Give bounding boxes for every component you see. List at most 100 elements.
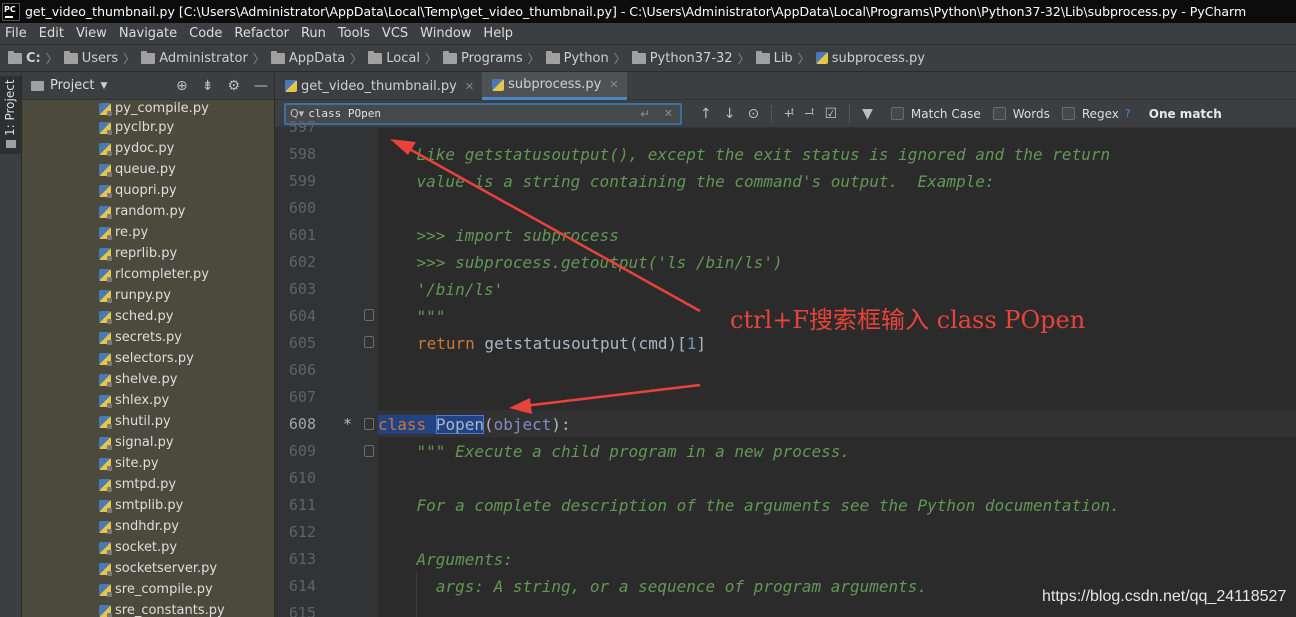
breadcrumb-item-lib[interactable]: Lib 〉 <box>755 50 816 67</box>
fold-marker-icon[interactable] <box>364 336 374 348</box>
find-all-icon[interactable]: ⊙ <box>747 106 759 122</box>
file-tree-item[interactable]: site.py <box>22 453 274 474</box>
next-occurrence-icon[interactable]: ↓ <box>724 106 736 122</box>
remove-selection-icon[interactable]: −ͭ <box>804 105 812 122</box>
python-file-icon <box>99 394 112 408</box>
search-match-highlight <box>426 415 436 434</box>
code-editor[interactable]: Like getstatusoutput(), except the exit … <box>378 128 1296 617</box>
file-tree-item[interactable]: shutil.py <box>22 411 274 432</box>
breadcrumb-item-python37-32[interactable]: Python37-32 〉 <box>631 50 756 67</box>
folder-icon <box>63 50 78 64</box>
locate-file-icon[interactable]: ⊕ <box>176 78 188 94</box>
menu-edit[interactable]: Edit <box>33 26 70 41</box>
regex-checkbox[interactable]: Regex <box>1061 107 1119 121</box>
menu-help[interactable]: Help <box>477 26 519 41</box>
python-file-icon <box>99 583 112 597</box>
file-tree-item[interactable]: py_compile.py <box>22 100 274 117</box>
line-number: 615 <box>288 604 316 617</box>
breadcrumb-item-local[interactable]: Local 〉 <box>368 50 443 67</box>
filter-icon[interactable]: ▼ <box>862 106 873 122</box>
file-tree-item[interactable]: secrets.py <box>22 327 274 348</box>
tab-subprocess[interactable]: subprocess.py ✕ <box>482 72 627 100</box>
file-tree-item[interactable]: smtpd.py <box>22 474 274 495</box>
chevron-right-icon: 〉 <box>45 51 58 66</box>
project-tool-tab[interactable]: 1: Project <box>0 76 21 154</box>
file-tree-item[interactable]: smtplib.py <box>22 495 274 516</box>
breadcrumb-item-appdata[interactable]: AppData 〉 <box>270 50 368 67</box>
words-checkbox[interactable]: Words <box>992 107 1050 121</box>
file-tree-item[interactable]: socketserver.py <box>22 558 274 579</box>
menu-window[interactable]: Window <box>414 26 477 41</box>
file-tree-item[interactable]: sndhdr.py <box>22 516 274 537</box>
hide-panel-icon[interactable]: — <box>254 78 268 94</box>
breadcrumb-item-programs[interactable]: Programs 〉 <box>443 50 546 67</box>
project-view-selector[interactable]: Project <box>50 78 94 93</box>
line-number: 609 <box>288 442 316 460</box>
file-tree-item[interactable]: sre_constants.py <box>22 600 274 617</box>
file-tree-item[interactable]: socket.py <box>22 537 274 558</box>
python-file-icon <box>99 102 112 116</box>
line-number: 613 <box>288 550 316 568</box>
menu-view[interactable]: View <box>70 26 113 41</box>
file-tree-item[interactable]: random.py <box>22 201 274 222</box>
menu-file[interactable]: File <box>0 26 33 41</box>
chevron-right-icon: 〉 <box>737 51 750 66</box>
file-tree-item[interactable]: signal.py <box>22 432 274 453</box>
file-tree-item[interactable]: rlcompleter.py <box>22 264 274 285</box>
menu-vcs[interactable]: VCS <box>376 26 414 41</box>
file-tree-item[interactable]: reprlib.py <box>22 243 274 264</box>
breadcrumb-item-users[interactable]: Users 〉 <box>63 50 141 67</box>
menu-code[interactable]: Code <box>183 26 228 41</box>
gear-icon[interactable]: ⚙ <box>227 78 240 94</box>
previous-occurrence-icon[interactable]: ↑ <box>700 106 712 122</box>
new-line-icon[interactable]: ↵ <box>640 107 650 121</box>
breadcrumb-item-subprocess[interactable]: subprocess.py <box>815 51 925 66</box>
file-tree-item[interactable]: shlex.py <box>22 390 274 411</box>
checkbox-box[interactable] <box>890 107 904 120</box>
tab-get-video-thumbnail[interactable]: get_video_thumbnail.py ✕ <box>275 72 482 100</box>
file-tree-item[interactable]: re.py <box>22 222 274 243</box>
fold-marker-icon[interactable] <box>364 418 374 430</box>
breadcrumb-item-administrator[interactable]: Administrator 〉 <box>141 50 271 67</box>
file-tree-item[interactable]: selectors.py <box>22 348 274 369</box>
file-tree-item[interactable]: pyclbr.py <box>22 117 274 138</box>
line-number: 602 <box>288 253 316 271</box>
chevron-down-icon[interactable]: ▼ <box>100 81 107 91</box>
fold-marker-icon[interactable] <box>364 445 374 457</box>
project-panel-header: Project ▼ ⊕ ⇟ ⚙ — <box>22 72 274 100</box>
search-input[interactable] <box>308 107 609 120</box>
file-tree-item[interactable]: quopri.py <box>22 180 274 201</box>
select-all-occurrences-icon[interactable]: ☑ <box>825 106 838 122</box>
menu-refactor[interactable]: Refactor <box>228 26 295 41</box>
code-line: >>> subprocess.getoutput('ls /bin/ls') <box>378 253 783 272</box>
checkbox-box[interactable] <box>1061 107 1075 120</box>
file-tree-item[interactable]: queue.py <box>22 159 274 180</box>
file-tree-item[interactable]: shelve.py <box>22 369 274 390</box>
close-icon[interactable]: ✕ <box>465 80 474 93</box>
python-file-icon <box>99 163 112 177</box>
code-line: return getstatusoutput(cmd)[1] <box>417 334 706 353</box>
menu-bar: File Edit View Navigate Code Refactor Ru… <box>0 23 1296 44</box>
file-tree-item[interactable]: sre_compile.py <box>22 579 274 600</box>
menu-navigate[interactable]: Navigate <box>113 26 183 41</box>
fold-marker-icon[interactable] <box>364 309 374 321</box>
file-tree-item[interactable]: pydoc.py <box>22 138 274 159</box>
match-case-checkbox[interactable]: Match Case <box>890 107 981 121</box>
collapse-all-icon[interactable]: ⇟ <box>202 78 214 94</box>
search-field[interactable]: Q▾ ↵ ✕ <box>284 102 682 125</box>
clear-icon[interactable]: ✕ <box>664 107 673 120</box>
chevron-right-icon: 〉 <box>527 51 540 66</box>
close-icon[interactable]: ✕ <box>609 78 618 91</box>
breadcrumb-item-python[interactable]: Python 〉 <box>545 50 632 67</box>
bookmark-icon[interactable]: * <box>343 411 352 438</box>
file-tree-item[interactable]: sched.py <box>22 306 274 327</box>
search-match-highlight: Popen <box>435 415 484 434</box>
add-selection-icon[interactable]: +ͭ <box>784 105 792 122</box>
regex-help-link[interactable]: ? <box>1125 107 1131 120</box>
breadcrumb-item-drive[interactable]: C: 〉 <box>8 50 64 67</box>
file-tree-item[interactable]: runpy.py <box>22 285 274 306</box>
menu-run[interactable]: Run <box>295 26 332 41</box>
editor-gutter: 597 598 599 600 601 602 603 604 605 606 … <box>275 118 378 617</box>
menu-tools[interactable]: Tools <box>332 26 376 41</box>
checkbox-box[interactable] <box>992 107 1006 120</box>
